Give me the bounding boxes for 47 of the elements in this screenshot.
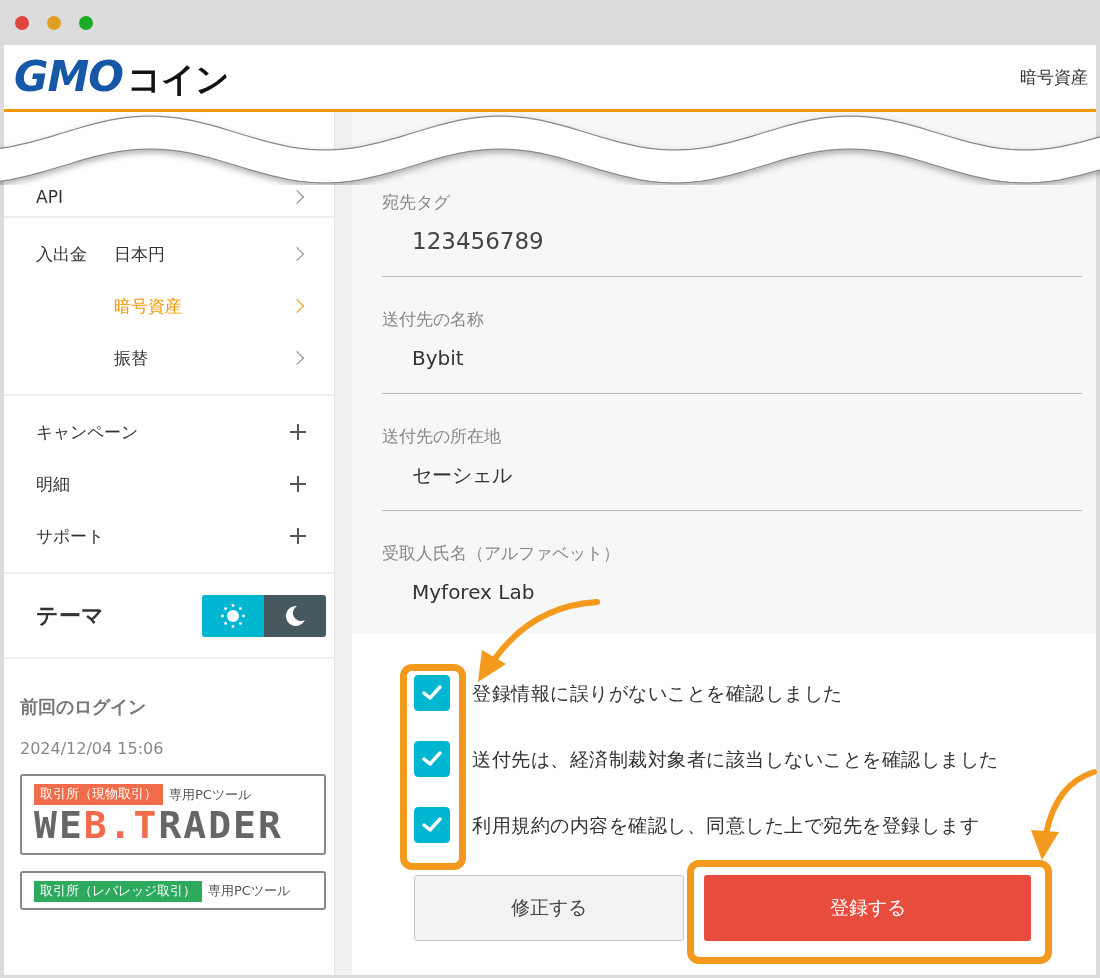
nav-link[interactable]: 暗号資産 [1020, 65, 1096, 89]
field-label: 受取人氏名（アルファベット） [382, 542, 621, 565]
field-value: 123456789 [411, 227, 545, 256]
sidebar-item[interactable]: サポート [4, 510, 334, 562]
plus-icon [290, 424, 306, 440]
checkbox-label: 利用規約の内容を確認し、同意した上で宛先を登録します [472, 813, 979, 838]
banner-title: WEB.TRADER [34, 805, 284, 847]
sidebar-item[interactable]: 明細 [4, 458, 334, 510]
sidebar-item[interactable]: 入出金 日本円 [4, 228, 334, 280]
sidebar-item[interactable]: API [4, 180, 334, 214]
group-label: 入出金 [36, 242, 87, 266]
plus-icon [290, 476, 306, 492]
banner-tag: 取引所（現物取引） [34, 784, 163, 805]
field-value: セーシェル [411, 462, 513, 489]
field-value: Myforex Lab [411, 579, 536, 606]
checkbox[interactable] [414, 675, 450, 711]
register-button[interactable]: 登録する [704, 875, 1031, 941]
field-label: 送付先の名称 [382, 308, 485, 331]
maximize-window-icon[interactable] [79, 15, 93, 30]
minimize-window-icon[interactable] [47, 15, 61, 30]
edit-button[interactable]: 修正する [414, 875, 684, 941]
tool-banner[interactable]: 取引所（レバレッジ取引） 専用PCツール [20, 870, 326, 910]
field-label: 宛先タグ [382, 191, 451, 214]
sidebar-item[interactable]: 振替 [4, 332, 334, 384]
last-login-label: 前回のログイン [20, 695, 147, 719]
checkmark-icon [421, 816, 443, 834]
checkmark-icon [421, 750, 443, 768]
logo[interactable]: GMO コイン [4, 56, 229, 98]
banner-tag: 取引所（レバレッジ取引） [34, 880, 202, 902]
field-value: Bybit [411, 345, 465, 372]
banner-subtitle: 専用PCツール [169, 785, 251, 804]
sidebar-item[interactable]: キャンペーン [4, 406, 334, 458]
theme-label: テーマ [36, 602, 104, 630]
theme-option[interactable] [264, 595, 326, 637]
field-label: 送付先の所在地 [382, 425, 502, 448]
checkmark-icon [421, 684, 443, 702]
sun-icon [220, 603, 246, 629]
plus-icon [290, 528, 306, 544]
checkbox-label: 送付先は、経済制裁対象者に該当しないことを確認しました [472, 747, 999, 772]
banner-subtitle: 専用PCツール [208, 882, 290, 901]
tool-banner[interactable]: 取引所（現物取引） 専用PCツール WEB.TRADER [20, 774, 326, 855]
checkbox[interactable] [414, 741, 450, 777]
checkbox-label: 登録情報に誤りがないことを確認しました [472, 681, 843, 706]
moon-icon [283, 604, 307, 628]
close-window-icon[interactable] [15, 15, 29, 30]
checkbox[interactable] [414, 807, 450, 843]
last-login-time: 2024/12/04 15:06 [20, 739, 165, 758]
